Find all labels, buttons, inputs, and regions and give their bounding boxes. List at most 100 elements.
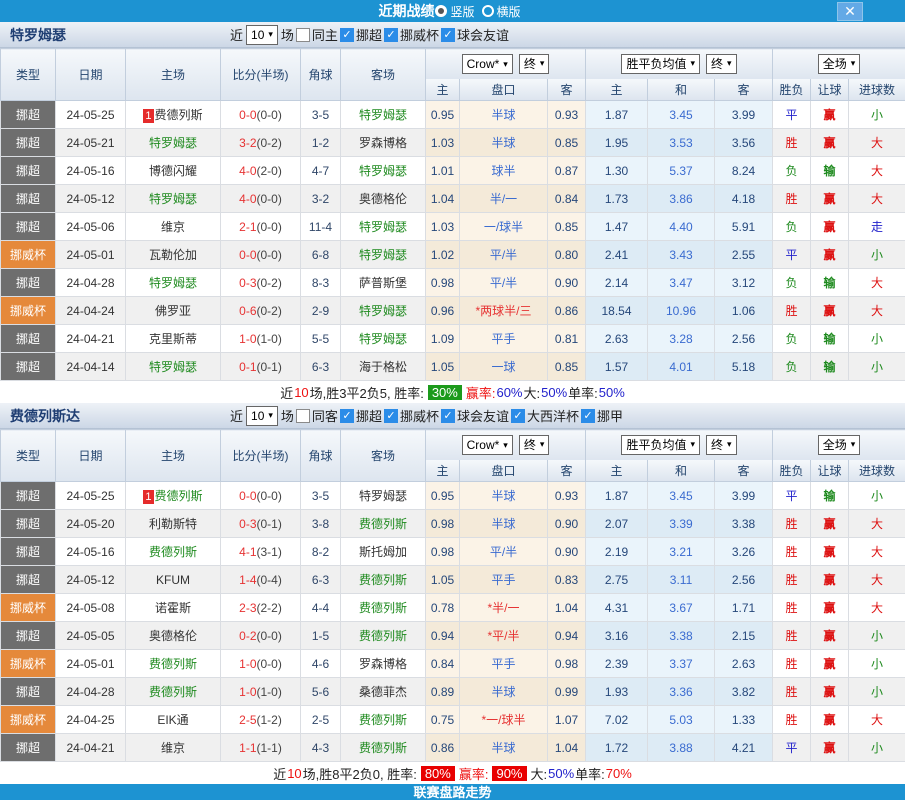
- home-team-cell: 佛罗亚: [126, 297, 221, 325]
- letball-cell: 赢: [811, 241, 849, 269]
- league-filter-0[interactable]: ✓挪超: [338, 406, 382, 425]
- home-team-name: 费德列斯: [149, 685, 197, 699]
- same-venue-filter-checkbox-icon[interactable]: [296, 28, 310, 42]
- match-row: 挪超24-05-21特罗姆瑟3-2(0-2)1-2罗森博格1.03半球0.851…: [1, 129, 905, 157]
- bookmaker-select[interactable]: Crow*▾: [462, 435, 513, 455]
- corner-cell: 4-3: [301, 734, 341, 762]
- halftime-score: (1-0): [257, 685, 282, 699]
- league-filter-2[interactable]: ✓球会友谊: [439, 25, 509, 44]
- bookmaker-select[interactable]: Crow*▾: [462, 54, 513, 74]
- score-cell: 0-0(0-0): [221, 482, 301, 510]
- final-select-asian[interactable]: 终▾: [519, 435, 550, 455]
- league-filter-1-checkbox-icon[interactable]: ✓: [384, 28, 398, 42]
- fulltime-score: 4-0: [239, 164, 256, 178]
- team-title: 费德列斯达: [0, 406, 230, 426]
- league-filter-1[interactable]: ✓挪威杯: [382, 25, 439, 44]
- result-cell: 胜: [773, 706, 811, 734]
- handicap-cell: 一球: [460, 353, 548, 381]
- euro-away-odds: 2.55: [715, 241, 773, 269]
- asian-home-odds: 0.89: [426, 678, 460, 706]
- league-filter-2-checkbox-icon[interactable]: ✓: [441, 409, 455, 423]
- away-team-name: 特罗姆瑟: [359, 248, 407, 262]
- avg-odds-select[interactable]: 胜平负均值▾: [621, 435, 700, 455]
- league-filter-2[interactable]: ✓球会友谊: [439, 406, 509, 425]
- result-cell: 胜: [773, 594, 811, 622]
- asian-home-odds: 0.95: [426, 101, 460, 129]
- home-team-cell: EIK通: [126, 706, 221, 734]
- column-header-asian_away: 客: [548, 79, 586, 101]
- away-team-name: 特罗姆瑟: [359, 220, 407, 234]
- home-team-cell: 瓦勒伦加: [126, 241, 221, 269]
- handicap-cell: *一/球半: [460, 706, 548, 734]
- date-cell: 24-05-16: [56, 157, 126, 185]
- column-header-home: 主场: [126, 430, 221, 482]
- date-cell: 24-05-21: [56, 129, 126, 157]
- league-filter-0-checkbox-icon[interactable]: ✓: [340, 409, 354, 423]
- home-team-name: 费德列斯: [149, 657, 197, 671]
- euro-draw-odds: 3.36: [648, 678, 715, 706]
- match-row: 挪超24-04-21维京1-1(1-1)4-3费德列斯0.86半球1.041.7…: [1, 734, 905, 762]
- asian-home-odds: 1.05: [426, 353, 460, 381]
- goals-cell: 小: [849, 622, 905, 650]
- goals-cell: 小: [849, 325, 905, 353]
- league-filter-3-checkbox-icon[interactable]: ✓: [511, 409, 525, 423]
- horizontal-radio-icon[interactable]: [482, 5, 494, 17]
- vertical-radio-label[interactable]: 竖版: [450, 3, 474, 20]
- halftime-score: (0-0): [257, 657, 282, 671]
- corner-cell: 8-3: [301, 269, 341, 297]
- result-cell: 平: [773, 734, 811, 762]
- handicap-cell: *两球半/三: [460, 297, 548, 325]
- horizontal-radio-label[interactable]: 横版: [497, 3, 521, 20]
- column-header-corner: 角球: [301, 49, 341, 101]
- result-cell: 平: [773, 101, 811, 129]
- match-count-select[interactable]: 10▾: [246, 406, 278, 426]
- halftime-score: (3-1): [257, 545, 282, 559]
- league-filter-3[interactable]: ✓大西洋杯: [509, 406, 579, 425]
- asian-odds-group-header: Crow*▾ 终▾: [426, 49, 586, 79]
- type-cell: 挪超: [1, 185, 56, 213]
- match-row: 挪超24-04-14特罗姆瑟0-1(0-1)6-3海于格松1.05一球0.851…: [1, 353, 905, 381]
- final-select-euro[interactable]: 终▾: [706, 435, 737, 455]
- avg-odds-select[interactable]: 胜平负均值▾: [621, 54, 700, 74]
- asian-home-odds: 1.01: [426, 157, 460, 185]
- euro-home-odds: 2.39: [586, 650, 648, 678]
- euro-draw-odds: 3.45: [648, 101, 715, 129]
- corner-cell: 8-2: [301, 538, 341, 566]
- goals-cell: 大: [849, 706, 905, 734]
- score-cell: 3-2(0-2): [221, 129, 301, 157]
- league-filter-0[interactable]: ✓挪超: [338, 25, 382, 44]
- league-filter-4[interactable]: ✓挪甲: [579, 406, 623, 425]
- column-header-corner: 角球: [301, 430, 341, 482]
- same-venue-filter[interactable]: 同客: [294, 406, 338, 425]
- footer-title: 联赛盘路走势: [413, 785, 491, 800]
- home-team-cell: 博德闪耀: [126, 157, 221, 185]
- league-filter-1[interactable]: ✓挪威杯: [382, 406, 439, 425]
- final-select-euro[interactable]: 终▾: [706, 54, 737, 74]
- scope-select[interactable]: 全场▾: [818, 435, 861, 455]
- league-filter-0-checkbox-icon[interactable]: ✓: [340, 28, 354, 42]
- type-cell: 挪超: [1, 129, 56, 157]
- league-filter-1-checkbox-icon[interactable]: ✓: [384, 409, 398, 423]
- same-venue-filter[interactable]: 同主: [294, 25, 338, 44]
- halftime-score: (0-2): [257, 304, 282, 318]
- matches-table-1: 类型日期主场比分(半场)角球客场Crow*▾终▾胜平负均值▾终▾全场▾主盘口客主…: [0, 429, 905, 762]
- type-cell: 挪威杯: [1, 650, 56, 678]
- league-filter-2-checkbox-icon[interactable]: ✓: [441, 28, 455, 42]
- match-row: 挪威杯24-05-01瓦勒伦加0-0(0-0)6-8特罗姆瑟1.02平/半0.8…: [1, 241, 905, 269]
- summary-segment: 单率:: [568, 383, 598, 402]
- type-cell: 挪超: [1, 353, 56, 381]
- result-cell: 负: [773, 157, 811, 185]
- final-select-asian[interactable]: 终▾: [519, 54, 550, 74]
- same-venue-filter-checkbox-icon[interactable]: [296, 409, 310, 423]
- fulltime-score: 0-0: [239, 248, 256, 262]
- column-header-goals: 进球数: [849, 460, 905, 482]
- handicap-cell: 平/半: [460, 538, 548, 566]
- league-filter-4-checkbox-icon[interactable]: ✓: [581, 409, 595, 423]
- type-cell: 挪超: [1, 101, 56, 129]
- summary-segment: 近: [273, 764, 286, 783]
- result-cell: 胜: [773, 622, 811, 650]
- scope-select[interactable]: 全场▾: [818, 54, 861, 74]
- close-button[interactable]: ✕: [837, 2, 863, 21]
- vertical-radio-icon[interactable]: [435, 5, 447, 17]
- match-count-select[interactable]: 10▾: [246, 25, 278, 45]
